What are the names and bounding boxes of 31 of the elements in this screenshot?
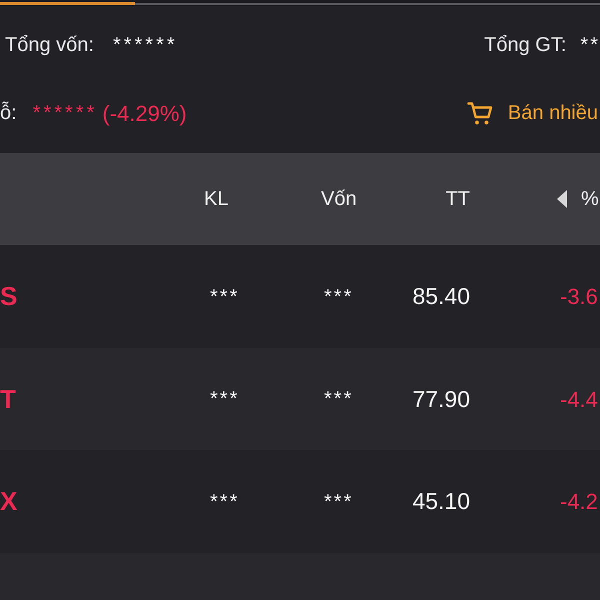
- table-cell: -4.4: [560, 386, 598, 412]
- column-header: TT: [446, 187, 470, 212]
- summary-value: **: [580, 33, 600, 58]
- table-cell: ***: [210, 286, 240, 308]
- stock-symbol: X: [0, 486, 18, 516]
- summary-label: ỗ:: [0, 100, 17, 126]
- table-cell: ***: [324, 490, 354, 512]
- table-cell-text: 85.40: [412, 282, 470, 312]
- column-header: %: [581, 187, 599, 212]
- cart-icon: [466, 100, 493, 126]
- table-cell-text: 45.10: [412, 487, 470, 516]
- table-row[interactable]: X *** *** 45.10 -4.2: [0, 450, 600, 553]
- stock-symbol: T: [0, 384, 16, 414]
- column-header: Vốn: [321, 188, 357, 210]
- summary-value: ******: [112, 33, 178, 58]
- summary-label: Tổng GT:: [484, 33, 566, 58]
- summary-value: ******: [32, 101, 98, 126]
- table-cell: ***: [324, 286, 354, 308]
- column-header: KL: [204, 188, 228, 210]
- table-row[interactable]: S *** *** 85.40 -3.6: [0, 245, 600, 348]
- table-cell: -4.2: [560, 489, 598, 514]
- percent-change: (-4.29%): [102, 100, 187, 128]
- table-cell: -3.6: [560, 284, 598, 309]
- sell-many-button[interactable]: Bán nhiều: [466, 98, 598, 128]
- table-cell: ***: [324, 388, 354, 410]
- caret-left-icon[interactable]: [557, 190, 567, 208]
- summary-label: Tổng vốn:: [5, 33, 94, 58]
- table-cell: ***: [210, 388, 240, 410]
- table-cell-text: 77.90: [412, 384, 470, 414]
- table-cell: ***: [210, 490, 240, 512]
- stock-symbol: S: [0, 281, 18, 311]
